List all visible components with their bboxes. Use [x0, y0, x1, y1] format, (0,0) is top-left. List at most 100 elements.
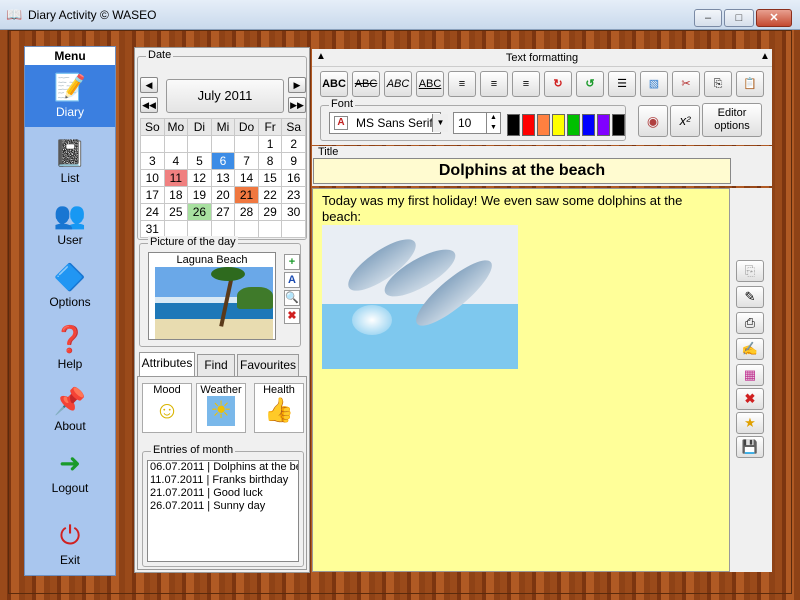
bold-button[interactable]: ABC — [320, 71, 348, 97]
insert-image-button[interactable]: ▧ — [640, 71, 668, 97]
calendar-day[interactable]: 30 — [281, 203, 306, 221]
calendar-day[interactable]: 10 — [140, 169, 165, 187]
bullet-list-button[interactable]: ☰ — [608, 71, 636, 97]
color-swatch-black-2[interactable] — [612, 114, 625, 136]
save-button[interactable]: 💾 — [736, 436, 764, 458]
calendar-day[interactable]: 18 — [163, 186, 189, 204]
picture-frame[interactable]: Laguna Beach — [148, 252, 276, 340]
calendar-day[interactable]: 12 — [187, 169, 212, 187]
chevron-down-icon[interactable]: ▼ — [432, 114, 448, 132]
calendar-day[interactable]: 31 — [140, 220, 165, 238]
calendar-day[interactable]: 26 — [187, 203, 212, 221]
menu-item-list[interactable]: 📓 List — [25, 131, 115, 193]
superscript-button[interactable]: x² — [670, 105, 700, 137]
attach-button[interactable]: ✍ — [736, 338, 764, 360]
edit-button[interactable]: ✎ — [736, 286, 764, 308]
calendar-day[interactable]: 13 — [210, 169, 236, 187]
calendar-day[interactable]: 9 — [281, 152, 306, 170]
copy-button[interactable]: ⎘ — [704, 71, 732, 97]
cut-button[interactable]: ✂ — [672, 71, 700, 97]
list-item[interactable]: 06.07.2011 | Dolphins at the bead — [148, 461, 298, 474]
undo-button[interactable]: ↻ — [544, 71, 572, 97]
color-swatch-yellow[interactable] — [552, 114, 565, 136]
new-entry-button[interactable]: ⎘ — [736, 260, 764, 282]
menu-item-user[interactable]: 👥 User — [25, 193, 115, 255]
italic-button[interactable]: ABC — [384, 71, 412, 97]
title-input[interactable]: Dolphins at the beach — [313, 158, 731, 184]
align-left-button[interactable]: ≡ — [448, 71, 476, 97]
calendar-day[interactable]: 15 — [257, 169, 283, 187]
color-swatch-green[interactable] — [567, 114, 580, 136]
calendar-day[interactable]: 25 — [163, 203, 189, 221]
calendar-day[interactable]: 5 — [187, 152, 212, 170]
calendar-day[interactable]: 6 — [210, 152, 236, 170]
calendar-day[interactable]: 2 — [281, 135, 306, 153]
list-item[interactable]: 11.07.2011 | Franks birthday — [148, 474, 298, 487]
calendar-day[interactable]: 17 — [140, 186, 165, 204]
mood-attribute[interactable]: Mood ☺ — [142, 383, 192, 433]
color-swatch-black[interactable] — [507, 114, 520, 136]
calendar-day[interactable]: 28 — [234, 203, 259, 221]
redo-button[interactable]: ↺ — [576, 71, 604, 97]
calendar-day[interactable]: 16 — [281, 169, 306, 187]
list-item[interactable]: 21.07.2011 | Good luck — [148, 487, 298, 500]
menu-item-help[interactable]: ❓ Help — [25, 317, 115, 379]
prev-month-button[interactable]: ◀ — [140, 77, 158, 93]
calendar-day[interactable]: 20 — [210, 186, 236, 204]
zoom-picture-button[interactable]: 🔍 — [284, 290, 300, 306]
delete-button[interactable]: ✖ — [736, 388, 764, 410]
calendar-day[interactable]: 14 — [234, 169, 259, 187]
align-center-button[interactable]: ≡ — [480, 71, 508, 97]
strikethrough-button[interactable]: ABC — [352, 71, 380, 97]
font-size-stepper[interactable]: 10 ▲ ▼ — [453, 112, 501, 134]
calendar-day[interactable]: 4 — [163, 152, 189, 170]
calendar-day[interactable]: 29 — [257, 203, 283, 221]
menu-item-options[interactable]: 🔷 Options — [25, 255, 115, 317]
align-right-button[interactable]: ≡ — [512, 71, 540, 97]
diary-editor[interactable]: Today was my first holiday! We even saw … — [312, 188, 730, 572]
close-button[interactable]: ✕ — [756, 9, 792, 27]
next-year-button[interactable]: ▶▶ — [288, 97, 306, 113]
calendar-day[interactable]: 24 — [140, 203, 165, 221]
delete-picture-button[interactable]: ✖ — [284, 308, 300, 324]
menu-item-diary[interactable]: 📝 Diary — [25, 65, 115, 127]
color-swatch-blue[interactable] — [582, 114, 595, 136]
underline-button[interactable]: ABC — [416, 71, 444, 97]
maximize-button[interactable]: □ — [724, 9, 754, 27]
color-swatch-red[interactable] — [522, 114, 535, 136]
color-swatch-purple[interactable] — [597, 114, 610, 136]
calendar-day[interactable]: 8 — [257, 152, 283, 170]
weather-attribute[interactable]: Weather ☀ — [196, 383, 246, 433]
paste-button[interactable]: 📋 — [736, 71, 764, 97]
menu-item-about[interactable]: 📌 About — [25, 379, 115, 441]
health-attribute[interactable]: Health 👍 — [254, 383, 304, 433]
favourite-button[interactable]: ★ — [736, 412, 764, 434]
calendar-day[interactable]: 1 — [257, 135, 283, 153]
calendar-day[interactable]: 7 — [234, 152, 259, 170]
chevron-down-icon[interactable]: ▼ — [486, 123, 500, 133]
list-item[interactable]: 26.07.2011 | Sunny day — [148, 500, 298, 513]
rename-picture-button[interactable]: A — [284, 272, 300, 288]
add-picture-button[interactable]: + — [284, 254, 300, 270]
collapse-right-icon[interactable]: ▲ — [760, 51, 770, 62]
tab-find[interactable]: Find — [197, 354, 235, 376]
print-button[interactable]: ⎙ — [736, 312, 764, 334]
tab-favourites[interactable]: Favourites — [237, 354, 299, 376]
next-month-button[interactable]: ▶ — [288, 77, 306, 93]
color-swatch-orange[interactable] — [537, 114, 550, 136]
tab-attributes[interactable]: Attributes — [139, 352, 195, 376]
calendar-day[interactable]: 19 — [187, 186, 212, 204]
chevron-up-icon[interactable]: ▲ — [486, 113, 500, 123]
minimize-button[interactable]: – — [694, 9, 722, 27]
font-name-select[interactable]: A MS Sans Serif ▼ — [329, 112, 448, 134]
entries-list[interactable]: 06.07.2011 | Dolphins at the bead 11.07.… — [147, 460, 299, 562]
menu-item-logout[interactable]: ➜ Logout — [25, 441, 115, 503]
calendar-day[interactable]: 21 — [234, 186, 259, 204]
editor-options-button[interactable]: Editor options — [702, 103, 762, 137]
calendar-day[interactable]: 11 — [163, 169, 189, 187]
prev-year-button[interactable]: ◀◀ — [140, 97, 158, 113]
calendar-day[interactable]: 22 — [257, 186, 283, 204]
calendar-day[interactable]: 27 — [210, 203, 236, 221]
calendar-day[interactable]: 3 — [140, 152, 165, 170]
menu-item-exit[interactable]: ⏻ Exit — [25, 513, 115, 575]
